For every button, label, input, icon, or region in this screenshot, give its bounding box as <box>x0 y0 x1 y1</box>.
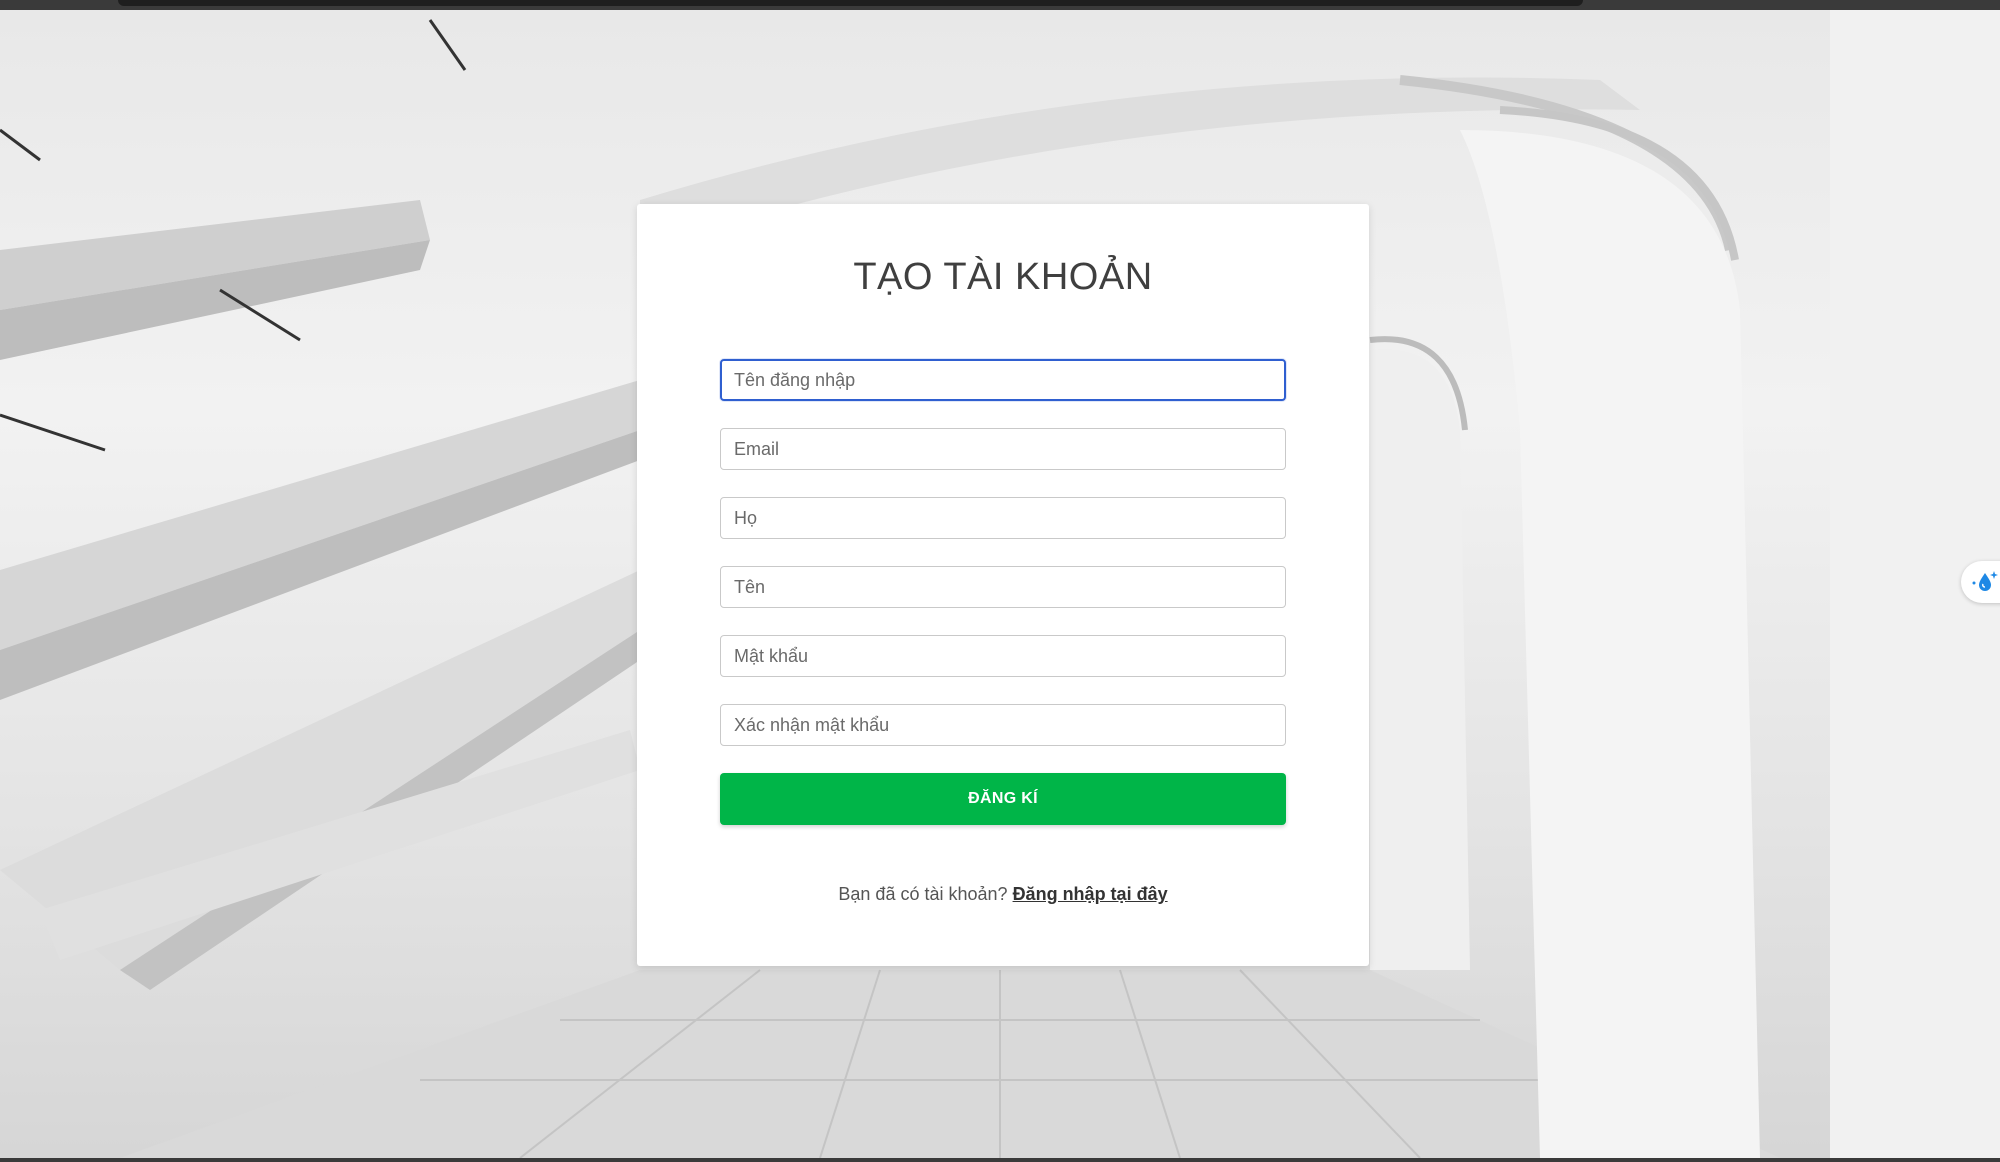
login-prompt-line: Bạn đã có tài khoản? Đăng nhập tại đây <box>637 884 1369 905</box>
first-name-input[interactable] <box>720 566 1286 608</box>
login-link[interactable]: Đăng nhập tại đây <box>1013 884 1168 904</box>
login-prompt-text: Bạn đã có tài khoản? <box>838 884 1008 904</box>
register-card: TẠO TÀI KHOẢN ĐĂNG KÍ Bạn đã có tài khoả… <box>637 204 1369 966</box>
page-title: TẠO TÀI KHOẢN <box>853 256 1153 298</box>
water-drop-sparkle-icon <box>1972 571 1998 591</box>
browser-top-bar <box>118 0 1583 6</box>
last-name-input[interactable] <box>720 497 1286 539</box>
browser-top-strip <box>0 0 2000 10</box>
password-input[interactable] <box>720 635 1286 677</box>
email-input[interactable] <box>720 428 1286 470</box>
register-button[interactable]: ĐĂNG KÍ <box>720 773 1286 825</box>
side-widget-button[interactable] <box>1961 561 2000 603</box>
confirm-password-input[interactable] <box>720 704 1286 746</box>
browser-bottom-strip <box>0 1158 2000 1162</box>
username-input[interactable] <box>720 359 1286 401</box>
